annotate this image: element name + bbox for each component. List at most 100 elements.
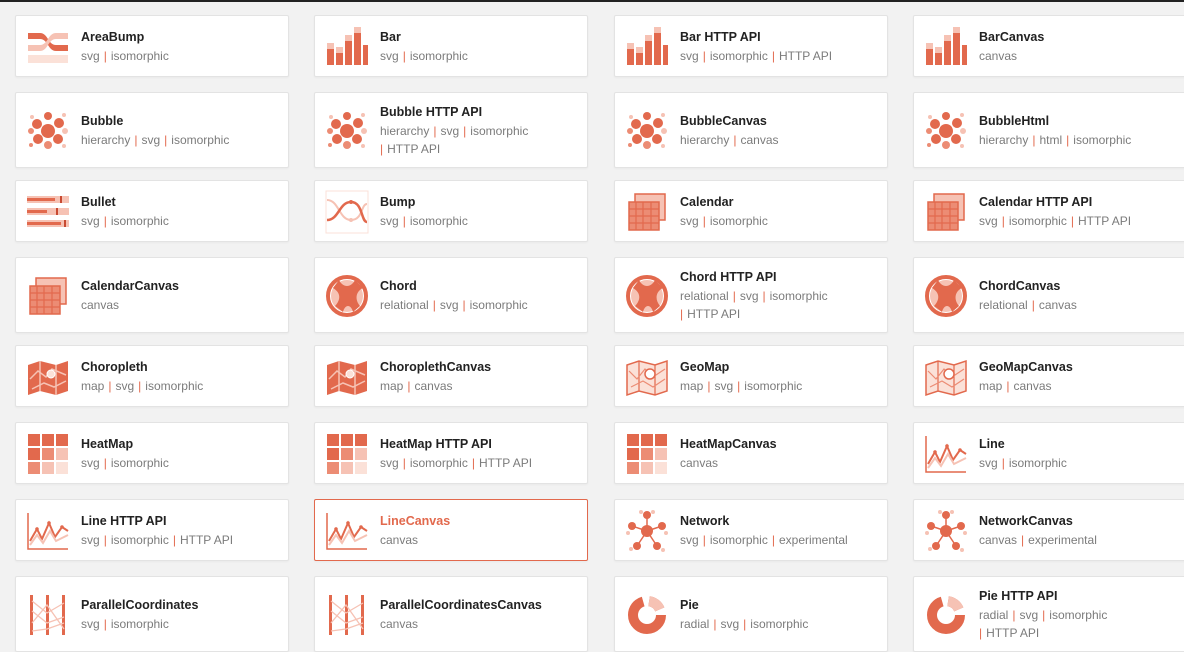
component-card[interactable]: Pie HTTP API radial | svg | isomorphic | HTTP A…	[913, 576, 1184, 652]
component-card[interactable]: ChoroplethCanvas map | canvas	[314, 345, 588, 407]
geomap-chart-icon	[924, 355, 968, 399]
heatmap-chart-icon	[625, 432, 669, 476]
component-card[interactable]: ChordCanvas relational | canvas	[913, 257, 1184, 333]
tag-label: relational	[680, 289, 729, 303]
tag-label: svg	[714, 379, 734, 393]
tag-label: hierarchy	[979, 133, 1029, 147]
component-card[interactable]: HeatMap svg | isomorphic	[15, 422, 289, 484]
card-tags: hierarchy | svg | isomorphic	[81, 131, 281, 149]
line-chart-icon	[924, 432, 968, 476]
component-card[interactable]: GeoMapCanvas map | canvas	[913, 345, 1184, 407]
component-card[interactable]: Bar HTTP API svg | isomorphic | HTTP API	[614, 15, 888, 77]
bubble-chart-icon	[625, 109, 669, 153]
component-card[interactable]: CalendarCanvas canvas	[15, 257, 289, 333]
component-card[interactable]: Pie radial | svg | isomorphic	[614, 576, 888, 652]
heatmap-chart-icon	[26, 432, 70, 476]
tag-label: canvas	[380, 533, 419, 547]
tag-label: canvas	[740, 133, 779, 147]
component-card[interactable]: Network svg | isomorphic | experimental	[614, 499, 888, 561]
component-card[interactable]: Bar svg | isomorphic	[314, 15, 588, 77]
tag-separator: |	[707, 379, 711, 393]
component-card[interactable]: AreaBump svg | isomorphic	[15, 15, 289, 77]
card-tags: svg | isomorphic	[979, 454, 1179, 472]
bubble-chart-icon	[325, 109, 369, 153]
component-card[interactable]: BarCanvas canvas	[913, 15, 1184, 77]
tag-separator: |	[402, 456, 406, 470]
component-card[interactable]: Bullet svg | isomorphic	[15, 180, 289, 242]
tag-label: svg	[81, 533, 100, 547]
tag-label: canvas	[380, 617, 419, 631]
tag-label: map	[81, 379, 105, 393]
tag-label: svg	[440, 124, 460, 138]
component-grid: AreaBump svg | isomorphic Bar svg | isomorphic…	[0, 0, 1184, 652]
tag-separator: |	[732, 289, 736, 303]
tag-label: svg	[380, 456, 399, 470]
card-tags: svg | isomorphic	[380, 47, 580, 65]
tag-separator: |	[1006, 379, 1010, 393]
card-title: HeatMap	[81, 437, 134, 451]
tag-separator: |	[743, 617, 747, 631]
card-title: Calendar	[680, 195, 734, 209]
tag-label: canvas	[1038, 298, 1077, 312]
tag-label: svg	[380, 49, 399, 63]
component-card[interactable]: ParallelCoordinates svg | isomorphic	[15, 576, 289, 652]
component-card[interactable]: BubbleCanvas hierarchy | canvas	[614, 92, 888, 168]
tag-label: isomorphic	[409, 214, 468, 228]
component-card[interactable]: Bump svg | isomorphic	[314, 180, 588, 242]
component-card[interactable]: GeoMap map | svg | isomorphic	[614, 345, 888, 407]
tag-label: isomorphic	[1008, 456, 1067, 470]
tag-label: isomorphic	[409, 49, 468, 63]
chord-chart-icon	[924, 274, 968, 318]
component-card[interactable]: Chord relational | svg | isomorphic	[314, 257, 588, 333]
bullet-chart-icon	[26, 190, 70, 234]
tag-separator: |	[1001, 456, 1005, 470]
tag-separator: |	[1042, 608, 1046, 622]
component-card[interactable]: ParallelCoordinatesCanvas canvas	[314, 576, 588, 652]
bar-chart-icon	[924, 25, 968, 69]
component-card[interactable]: Bubble hierarchy | svg | isomorphic	[15, 92, 289, 168]
card-tags: map | svg | isomorphic	[81, 377, 281, 395]
tag-separator: |	[771, 49, 775, 63]
tag-separator: |	[1012, 608, 1016, 622]
geomap-chart-icon	[625, 355, 669, 399]
card-tags: canvas	[81, 296, 281, 314]
card-title: Chord HTTP API	[680, 270, 777, 284]
card-title: Bubble	[81, 114, 124, 128]
heatmap-chart-icon	[325, 432, 369, 476]
component-card[interactable]: NetworkCanvas canvas | experimental	[913, 499, 1184, 561]
tag-separator: |	[733, 133, 737, 147]
line-chart-icon	[325, 509, 369, 553]
component-card[interactable]: HeatMap HTTP API svg | isomorphic | HTTP API	[314, 422, 588, 484]
card-title: Pie	[680, 598, 699, 612]
tag-label: canvas	[680, 456, 719, 470]
tag-label: isomorphic	[110, 214, 169, 228]
card-tags: relational | svg | isomorphic	[380, 296, 580, 314]
card-title: BubbleHtml	[979, 114, 1050, 128]
card-tags: svg | isomorphic	[680, 212, 880, 230]
component-card[interactable]: LineCanvas canvas	[314, 499, 588, 561]
component-card[interactable]: Line HTTP API svg | isomorphic | HTTP API	[15, 499, 289, 561]
calendar-chart-icon	[924, 190, 968, 234]
component-card[interactable]: Chord HTTP API relational | svg | isomorphic |…	[614, 257, 888, 333]
component-card[interactable]: HeatMapCanvas canvas	[614, 422, 888, 484]
tag-label: isomorphic	[171, 133, 230, 147]
tag-label: isomorphic	[769, 289, 828, 303]
area-bump-chart-icon	[26, 25, 70, 69]
component-card[interactable]: Calendar svg | isomorphic	[614, 180, 888, 242]
tag-label: map	[380, 379, 404, 393]
component-card[interactable]: Choropleth map | svg | isomorphic	[15, 345, 289, 407]
card-tags: svg | isomorphic | HTTP API	[979, 212, 1179, 230]
component-card[interactable]: BubbleHtml hierarchy | html | isomorphic	[913, 92, 1184, 168]
tag-label: radial	[979, 608, 1009, 622]
chord-chart-icon	[325, 274, 369, 318]
tag-separator: |	[702, 49, 706, 63]
component-card[interactable]: Calendar HTTP API svg | isomorphic | HTTP API	[913, 180, 1184, 242]
component-card[interactable]: Bubble HTTP API hierarchy | svg | isomorphic |…	[314, 92, 588, 168]
card-title: HeatMapCanvas	[680, 437, 777, 451]
bump-chart-icon	[325, 190, 369, 234]
bubble-chart-icon	[26, 109, 70, 153]
component-card[interactable]: Line svg | isomorphic	[913, 422, 1184, 484]
tag-label: isomorphic	[744, 379, 803, 393]
tag-separator: |	[407, 379, 411, 393]
card-tags: radial | svg | isomorphic | HTTP API	[979, 606, 1179, 642]
